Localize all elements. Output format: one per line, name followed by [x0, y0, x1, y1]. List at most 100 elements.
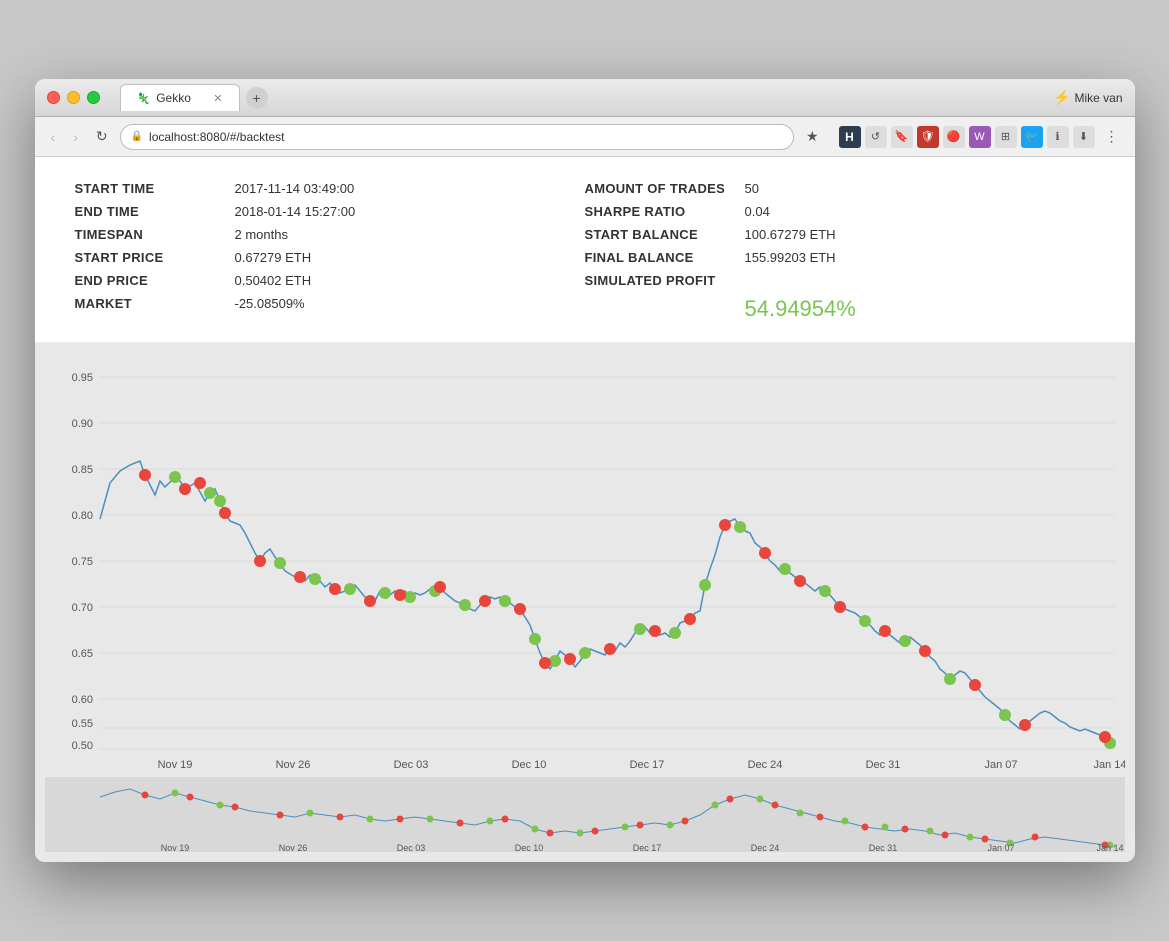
svg-text:Jan 07: Jan 07	[987, 843, 1014, 852]
svg-text:Dec 17: Dec 17	[632, 843, 661, 852]
bookmark-button[interactable]: ★	[800, 124, 825, 149]
ext-grid[interactable]: ⊞	[995, 126, 1017, 148]
ext-shield[interactable]: 🛡	[917, 126, 939, 148]
menu-button[interactable]: ⋮	[1099, 124, 1125, 149]
new-tab-button[interactable]: +	[246, 87, 268, 109]
username: Mike van	[1074, 91, 1122, 105]
svg-text:0.75: 0.75	[71, 556, 92, 568]
final-balance-row: FINAL BALANCE 155.99203 ETH	[585, 246, 1095, 269]
end-price-value: 0.50402 ETH	[235, 273, 312, 288]
simulated-profit-label: SIMULATED PROFIT	[585, 273, 745, 288]
end-time-row: END TIME 2018-01-14 15:27:00	[75, 200, 585, 223]
start-balance-row: START BALANCE 100.67279 ETH	[585, 223, 1095, 246]
svg-text:0.95: 0.95	[71, 372, 92, 384]
fullscreen-button[interactable]	[87, 91, 100, 104]
address-bar[interactable]: 🔒 localhost:8080/#/backtest	[120, 124, 794, 150]
main-chart: 0.95 0.90 0.85 0.80 0.75 0.70 0.65 0.60 …	[45, 353, 1125, 773]
stats-panel: START TIME 2017-11-14 03:49:00 END TIME …	[35, 157, 1135, 343]
reload-button[interactable]: ↻	[90, 124, 114, 149]
tab-title: Gekko	[156, 91, 191, 105]
svg-text:Dec 03: Dec 03	[396, 843, 425, 852]
svg-text:0.50: 0.50	[71, 740, 92, 752]
chart-area: 0.95 0.90 0.85 0.80 0.75 0.70 0.65 0.60 …	[35, 343, 1135, 862]
svg-text:Nov 26: Nov 26	[275, 759, 310, 771]
browser-window: 🦎 Gekko ✕ + ⚡ Mike van ‹ › ↻ 🔒 localhost…	[35, 79, 1135, 862]
start-balance-value: 100.67279 ETH	[745, 227, 836, 242]
sharpe-ratio-value: 0.04	[745, 204, 770, 219]
svg-text:Dec 17: Dec 17	[629, 759, 664, 771]
start-price-value: 0.67279 ETH	[235, 250, 312, 265]
svg-text:0.65: 0.65	[71, 648, 92, 660]
svg-text:Dec 24: Dec 24	[750, 843, 779, 852]
ext-refresh[interactable]: ↺	[865, 126, 887, 148]
ext-bookmark[interactable]: 🔖	[891, 126, 913, 148]
tab-bar: 🦎 Gekko ✕ +	[120, 84, 1054, 111]
amount-trades-label: AMOUNT OF TRADES	[585, 181, 745, 196]
svg-text:Dec 10: Dec 10	[511, 759, 546, 771]
stats-left: START TIME 2017-11-14 03:49:00 END TIME …	[75, 177, 585, 322]
titlebar: 🦎 Gekko ✕ + ⚡ Mike van	[35, 79, 1135, 117]
timespan-label: TIMESPAN	[75, 227, 235, 242]
tab-close-button[interactable]: ✕	[213, 92, 222, 105]
market-value: -25.08509%	[235, 296, 305, 311]
start-time-row: START TIME 2017-11-14 03:49:00	[75, 177, 585, 200]
tab-favicon: 🦎	[137, 92, 151, 105]
simulated-profit-row: SIMULATED PROFIT	[585, 269, 1095, 292]
sharpe-ratio-row: SHARPE RATIO 0.04	[585, 200, 1095, 223]
end-time-value: 2018-01-14 15:27:00	[235, 204, 356, 219]
svg-text:0.60: 0.60	[71, 694, 92, 706]
amount-trades-row: AMOUNT OF TRADES 50	[585, 177, 1095, 200]
end-price-row: END PRICE 0.50402 ETH	[75, 269, 585, 292]
content-area: START TIME 2017-11-14 03:49:00 END TIME …	[35, 157, 1135, 862]
sharpe-ratio-label: SHARPE RATIO	[585, 204, 745, 219]
price-chart-svg: 0.95 0.90 0.85 0.80 0.75 0.70 0.65 0.60 …	[45, 353, 1125, 773]
ext-w[interactable]: W	[969, 126, 991, 148]
timespan-value: 2 months	[235, 227, 288, 242]
close-button[interactable]	[47, 91, 60, 104]
svg-text:0.85: 0.85	[71, 464, 92, 476]
ext-h[interactable]: H	[839, 126, 861, 148]
end-time-label: END TIME	[75, 204, 235, 219]
svg-text:Jan 14: Jan 14	[1096, 843, 1123, 852]
final-balance-value: 155.99203 ETH	[745, 250, 836, 265]
svg-text:0.90: 0.90	[71, 418, 92, 430]
back-button[interactable]: ‹	[45, 125, 62, 149]
lock-icon: 🔒	[131, 131, 143, 142]
end-price-label: END PRICE	[75, 273, 235, 288]
market-row: MARKET -25.08509%	[75, 292, 585, 315]
active-tab[interactable]: 🦎 Gekko ✕	[120, 84, 240, 111]
svg-text:Dec 24: Dec 24	[747, 759, 782, 771]
start-time-label: START TIME	[75, 181, 235, 196]
user-info: ⚡ Mike van	[1053, 89, 1122, 106]
market-label: MARKET	[75, 296, 235, 311]
amount-trades-value: 50	[745, 181, 759, 196]
overview-svg: Nov 19 Nov 26 Dec 03 Dec 10 Dec 17 Dec 2…	[45, 777, 1125, 852]
svg-text:0.70: 0.70	[71, 602, 92, 614]
simulated-profit-value: 54.94954%	[745, 296, 1095, 322]
svg-text:Nov 19: Nov 19	[160, 843, 189, 852]
svg-text:0.80: 0.80	[71, 510, 92, 522]
ext-badge[interactable]: 🔴	[943, 126, 965, 148]
timespan-row: TIMESPAN 2 months	[75, 223, 585, 246]
svg-text:Nov 19: Nov 19	[157, 759, 192, 771]
ext-twitter[interactable]: 🐦	[1021, 126, 1043, 148]
ext-download[interactable]: ⬇	[1073, 126, 1095, 148]
final-balance-label: FINAL BALANCE	[585, 250, 745, 265]
start-balance-label: START BALANCE	[585, 227, 745, 242]
svg-text:Jan 07: Jan 07	[984, 759, 1017, 771]
start-time-value: 2017-11-14 03:49:00	[235, 181, 355, 196]
extensions-area: H ↺ 🔖 🛡 🔴 W ⊞ 🐦 ℹ ⬇ ⋮	[839, 124, 1125, 149]
ext-info[interactable]: ℹ	[1047, 126, 1069, 148]
svg-text:Dec 31: Dec 31	[868, 843, 897, 852]
svg-text:0.55: 0.55	[71, 718, 92, 730]
traffic-lights	[47, 91, 100, 104]
forward-button[interactable]: ›	[67, 125, 84, 149]
stats-right: AMOUNT OF TRADES 50 SHARPE RATIO 0.04 ST…	[585, 177, 1095, 322]
start-price-row: START PRICE 0.67279 ETH	[75, 246, 585, 269]
url-text: localhost:8080/#/backtest	[149, 130, 284, 144]
navbar: ‹ › ↻ 🔒 localhost:8080/#/backtest ★ H ↺ …	[35, 117, 1135, 157]
overview-chart: Nov 19 Nov 26 Dec 03 Dec 10 Dec 17 Dec 2…	[45, 777, 1125, 852]
svg-text:Nov 26: Nov 26	[278, 843, 307, 852]
minimize-button[interactable]	[67, 91, 80, 104]
svg-text:Dec 10: Dec 10	[514, 843, 543, 852]
